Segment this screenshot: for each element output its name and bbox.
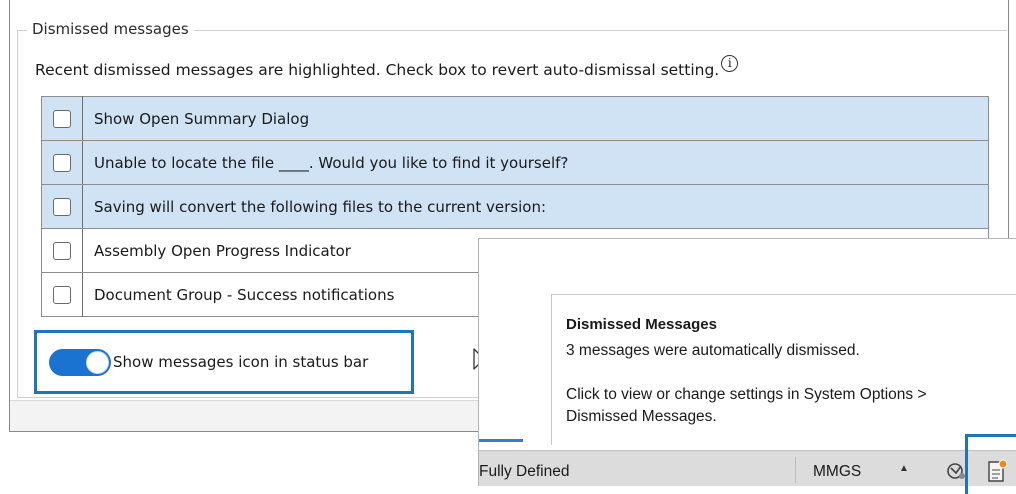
row-checkbox-cell	[41, 184, 83, 229]
rebuild-icon[interactable]	[945, 460, 967, 482]
group-description: Recent dismissed messages are highlighte…	[35, 55, 739, 80]
status-divider	[795, 457, 796, 483]
units-selector[interactable]: MMGS	[813, 463, 861, 481]
row-checkbox-cell	[41, 140, 83, 185]
message-label: Show Open Summary Dialog	[82, 96, 989, 141]
dismissed-messages-tooltip[interactable]: Dismissed Messages 3 messages were autom…	[551, 294, 1016, 445]
status-bar: Fully Defined MMGS ▲	[479, 450, 1016, 486]
message-row: Unable to locate the file ____. Would yo…	[41, 140, 989, 185]
show-messages-icon-toggle[interactable]	[49, 349, 111, 376]
toggle-label: Show messages icon in status bar	[113, 353, 369, 371]
tooltip-summary: 3 messages were automatically dismissed.	[566, 342, 860, 359]
group-title: Dismissed messages	[27, 20, 194, 38]
description-text: Recent dismissed messages are highlighte…	[35, 61, 720, 79]
info-icon[interactable]: i	[721, 55, 739, 72]
message-row: Saving will convert the following files …	[41, 184, 989, 229]
toggle-knob	[86, 351, 109, 374]
solidworks-window-inset: Dismissed Messages 3 messages were autom…	[478, 238, 1016, 486]
messages-icon-highlight	[965, 434, 1016, 494]
revert-checkbox[interactable]	[53, 198, 71, 217]
message-row: Show Open Summary Dialog	[41, 96, 989, 141]
revert-checkbox[interactable]	[53, 286, 71, 305]
status-bar-toggle-highlight: Show messages icon in status bar	[34, 330, 414, 394]
revert-checkbox[interactable]	[53, 110, 71, 129]
row-checkbox-cell	[41, 96, 83, 141]
tooltip-title: Dismissed Messages	[566, 316, 717, 333]
rebuild-state: Fully Defined	[479, 463, 570, 480]
revert-checkbox[interactable]	[53, 154, 71, 173]
message-label: Unable to locate the file ____. Would yo…	[82, 140, 989, 185]
row-checkbox-cell	[41, 228, 83, 273]
tooltip-hint-line1: Click to view or change settings in Syst…	[566, 386, 927, 403]
tooltip-hint-line2: Dismissed Messages.	[566, 408, 717, 425]
progress-indicator	[479, 439, 523, 442]
row-checkbox-cell	[41, 272, 83, 317]
units-dropdown-arrow[interactable]: ▲	[899, 463, 909, 474]
message-label: Saving will convert the following files …	[82, 184, 989, 229]
revert-checkbox[interactable]	[53, 242, 71, 261]
